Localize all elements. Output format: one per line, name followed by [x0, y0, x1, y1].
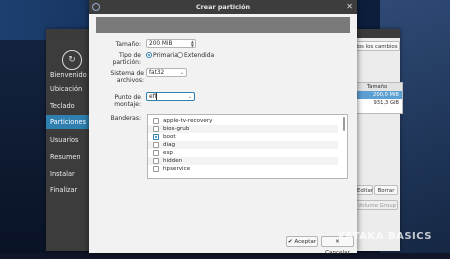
accept-label: Aceptar	[294, 239, 317, 245]
dialog-titlebar: Crear partición ✕	[89, 0, 357, 14]
text-cursor	[156, 93, 158, 100]
size-value: 200 MiB	[149, 41, 173, 47]
extended-radio[interactable]	[177, 52, 183, 58]
create-partition-dialog: Crear partición ✕ Tamaño: 200 MiB ▲ ▼ Tip…	[89, 0, 357, 256]
edit-button[interactable]: Editar	[356, 185, 373, 195]
mount-point-combo[interactable]: efi ⌄	[146, 92, 195, 101]
cancel-label: Cancelar	[325, 250, 350, 256]
list-item[interactable]: hpservice	[148, 165, 338, 173]
extended-radio-label[interactable]: Extendida	[184, 52, 214, 59]
sidebar-item-instalar: Instalar	[50, 170, 75, 178]
mount-point-label: Punto de montaje:	[114, 94, 141, 108]
list-item[interactable]: diag	[148, 141, 338, 149]
sidebar-item-finalizar: Finalizar	[50, 186, 78, 194]
partition-preview-bar	[96, 17, 350, 33]
delete-button[interactable]: Borrar	[374, 185, 398, 195]
primary-radio-label[interactable]: Primaria	[153, 52, 178, 59]
accept-button[interactable]: ✔ Aceptar	[286, 236, 318, 247]
filesystem-label: Sistema de archivos:	[110, 70, 144, 84]
filesystem-value: fat32	[149, 70, 165, 76]
sidebar-item-ubicacion: Ubicación	[50, 85, 83, 93]
calamares-logo-icon: ↻	[62, 50, 82, 70]
sidebar-item-particiones: Particiones	[46, 115, 91, 129]
list-item[interactable]: hidden	[148, 157, 338, 165]
size-spinbox[interactable]: 200 MiB ▲ ▼	[146, 39, 196, 48]
revert-changes-button[interactable]: dos los cambios	[352, 41, 400, 51]
volume-group-button: Volume Group	[356, 200, 398, 210]
chevron-down-icon: ⌄	[187, 94, 192, 100]
list-item[interactable]: bios-grub	[148, 125, 338, 133]
sidebar-item-teclado: Teclado	[50, 102, 75, 110]
checkbox[interactable]	[153, 166, 159, 172]
mount-point-value: efi	[149, 94, 157, 100]
installer-sidebar: ↻ Bienvenido Ubicación Teclado Particion…	[46, 38, 91, 251]
primary-radio[interactable]	[146, 52, 152, 58]
size-label: Tamaño:	[115, 41, 141, 48]
close-icon[interactable]: ✕	[346, 0, 353, 14]
column-header-size: Tamaño	[354, 83, 402, 91]
flags-label: Banderas:	[110, 115, 141, 122]
watermark: XATAKA BASICS	[337, 231, 432, 242]
partition-type-label: Tipo de partición:	[112, 52, 141, 66]
sidebar-item-usuarios: Usuarios	[50, 136, 79, 144]
filesystem-select[interactable]: fat32 ⌄	[146, 68, 187, 77]
check-icon: ✔	[287, 239, 293, 245]
checkbox[interactable]	[153, 142, 159, 148]
dialog-title: Crear partición	[195, 3, 251, 11]
chevron-down-icon: ⌄	[179, 70, 184, 76]
list-item[interactable]: boot	[148, 133, 338, 141]
checkbox[interactable]	[153, 118, 159, 124]
partition-table[interactable]: Tamaño 200,0 MiB 931,3 GiB	[353, 82, 403, 114]
checkbox[interactable]	[153, 158, 159, 164]
list-item[interactable]: apple-tv-recovery	[148, 117, 338, 125]
list-item[interactable]: esp	[148, 149, 338, 157]
scrollbar[interactable]	[343, 117, 345, 131]
sidebar-item-bienvenido: Bienvenido	[50, 71, 87, 79]
sidebar-item-resumen: Resumen	[50, 153, 81, 161]
table-row[interactable]: 931,3 GiB	[354, 99, 402, 107]
checkbox[interactable]	[153, 126, 159, 132]
checkbox-checked[interactable]	[153, 134, 159, 140]
checkbox[interactable]	[153, 150, 159, 156]
spin-arrows-icon[interactable]: ▲ ▼	[191, 40, 194, 48]
table-row[interactable]: 200,0 MiB	[354, 91, 402, 99]
flags-list[interactable]: apple-tv-recovery bios-grub boot diag es…	[147, 114, 348, 179]
